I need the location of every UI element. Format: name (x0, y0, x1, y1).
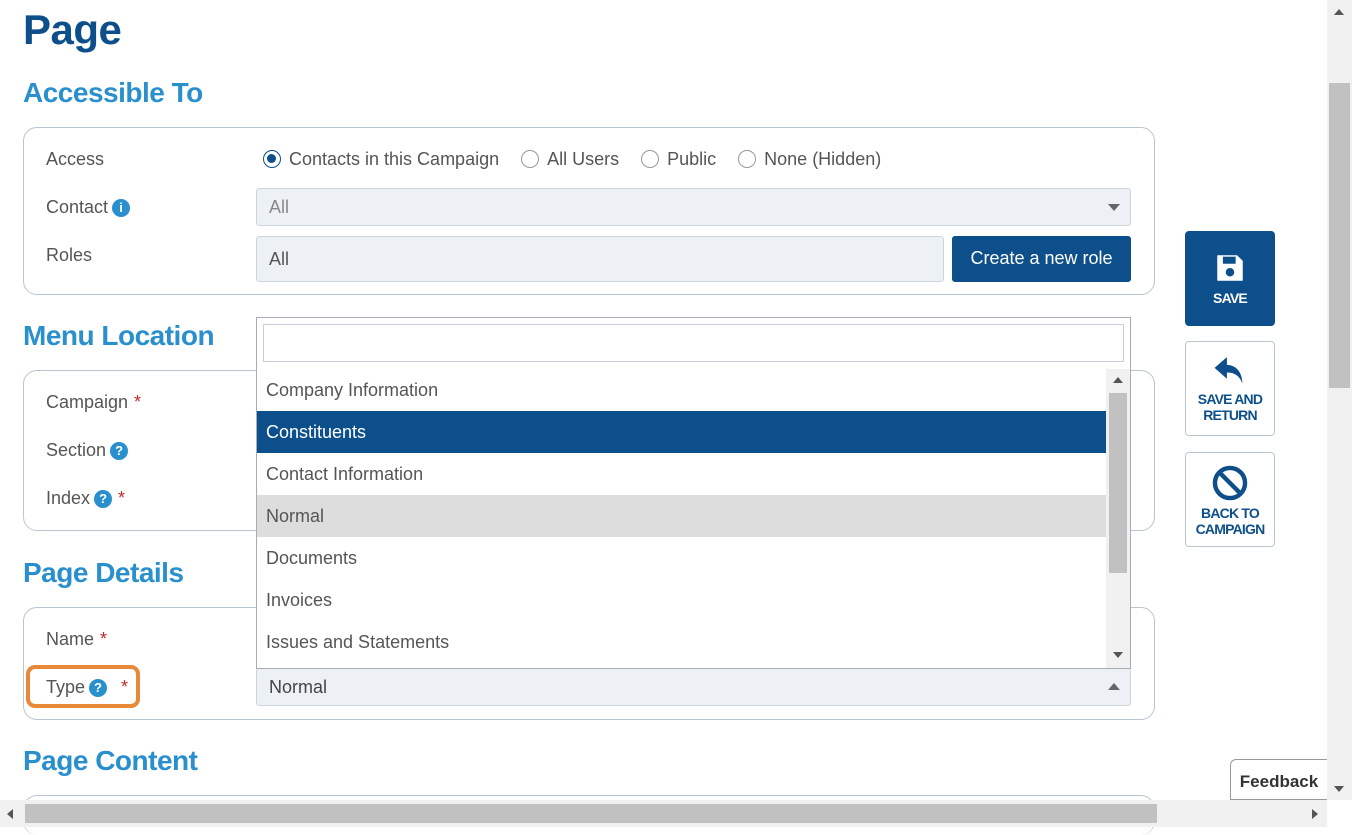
dropdown-scroll-thumb[interactable] (1109, 393, 1127, 573)
page-details-heading: Page Details (23, 557, 184, 588)
scroll-left-icon[interactable] (7, 809, 13, 819)
back-to-campaign-button[interactable]: BACK TO CAMPAIGN (1185, 452, 1275, 547)
access-label: Access (46, 149, 105, 169)
dropdown-option-normal[interactable]: Normal (257, 495, 1106, 537)
caret-down-icon (1108, 204, 1120, 211)
access-option-none[interactable]: None (Hidden) (738, 149, 881, 169)
dropdown-option-documents[interactable]: Documents (257, 537, 1106, 579)
menu-location-heading: Menu Location (23, 320, 215, 351)
dropdown-option-constituents[interactable]: Constituents (257, 411, 1106, 453)
save-label: SAVE (1213, 290, 1248, 306)
access-option-all-users[interactable]: All Users (521, 149, 619, 169)
save-icon (1217, 255, 1243, 281)
roles-label: Roles (46, 245, 93, 265)
page-horizontal-scrollbar[interactable] (0, 800, 1327, 827)
help-icon[interactable]: ? (94, 490, 113, 508)
save-and-return-label-1: SAVE AND (1197, 391, 1263, 407)
caret-up-icon (1108, 683, 1120, 690)
type-label: Type? * (46, 677, 129, 697)
required-marker: * (121, 677, 129, 697)
contact-select[interactable]: All (256, 188, 1131, 226)
create-role-button[interactable]: Create a new role (952, 236, 1131, 282)
page-vertical-scroll-thumb[interactable] (1329, 83, 1350, 388)
section-label: Section? (46, 440, 129, 461)
save-and-return-button[interactable]: SAVE AND RETURN (1185, 341, 1275, 436)
dropdown-scrollbar[interactable] (1106, 369, 1130, 668)
page-vertical-scrollbar[interactable] (1327, 0, 1352, 800)
type-dropdown: Company Information Constituents Contact… (256, 317, 1131, 669)
scroll-down-icon[interactable] (1113, 652, 1123, 658)
dropdown-list: Company Information Constituents Contact… (257, 369, 1106, 663)
name-label: Name * (46, 629, 108, 649)
radio-icon (738, 150, 757, 168)
dropdown-option-company-information[interactable]: Company Information (257, 369, 1106, 411)
scroll-up-icon[interactable] (1113, 377, 1123, 383)
dropdown-option-invoices[interactable]: Invoices (257, 579, 1106, 621)
required-marker: * (100, 629, 108, 649)
page-horizontal-scroll-thumb[interactable] (25, 804, 1157, 823)
back-to-campaign-label-2: CAMPAIGN (1195, 521, 1266, 537)
contact-label: Contact i (46, 197, 131, 218)
index-label: Index? * (46, 488, 126, 508)
scroll-right-icon[interactable] (1312, 809, 1318, 819)
dropdown-option-contact-information[interactable]: Contact Information (257, 453, 1106, 495)
undo-arrow-icon (1214, 357, 1243, 384)
save-and-return-label-2: RETURN (1203, 407, 1257, 423)
radio-selected-icon (263, 150, 281, 168)
type-select[interactable]: Normal (256, 668, 1131, 706)
no-entry-icon (1212, 465, 1248, 501)
info-icon[interactable]: i (112, 199, 131, 217)
scroll-down-icon[interactable] (1334, 786, 1344, 792)
radio-icon (521, 150, 540, 168)
feedback-button[interactable]: Feedback (1230, 759, 1327, 800)
scroll-up-icon[interactable] (1334, 9, 1344, 15)
help-icon[interactable]: ? (89, 679, 108, 697)
required-marker: * (134, 392, 142, 412)
dropdown-search-input[interactable] (263, 324, 1124, 362)
save-button[interactable]: SAVE (1185, 231, 1275, 326)
radio-icon (641, 150, 660, 168)
dropdown-option-issues-and-statements[interactable]: Issues and Statements (257, 621, 1106, 663)
roles-input[interactable]: All (256, 236, 944, 282)
campaign-label: Campaign * (46, 392, 142, 412)
access-option-public[interactable]: Public (641, 149, 716, 169)
accessible-to-heading: Accessible To (23, 77, 203, 108)
page-content-heading: Page Content (23, 745, 198, 776)
help-icon[interactable]: ? (110, 442, 129, 460)
access-option-campaign[interactable]: Contacts in this Campaign (263, 149, 499, 169)
required-marker: * (118, 488, 126, 508)
back-to-campaign-label-1: BACK TO (1201, 505, 1260, 521)
page-title: Page (23, 6, 122, 53)
access-radio-group: Contacts in this Campaign All Users Public… (263, 149, 903, 170)
